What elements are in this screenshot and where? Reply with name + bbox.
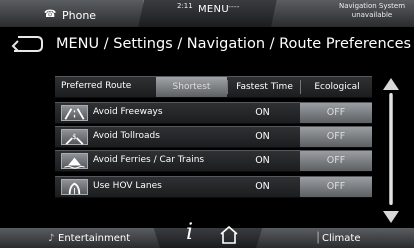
- nav-status-line2: unavailable: [351, 11, 393, 19]
- scroll-up-arrow[interactable]: [383, 78, 399, 90]
- setting-label: Use HOV Lanes: [93, 181, 162, 191]
- on-button[interactable]: ON: [227, 127, 298, 147]
- setting-row-avoid-freeways: Avoid Freeways ON OFF: [55, 102, 372, 124]
- divider: [227, 80, 228, 94]
- svg-text:$: $: [72, 133, 76, 141]
- off-button[interactable]: OFF: [300, 127, 372, 147]
- on-button[interactable]: ON: [227, 103, 298, 123]
- menu-label: MENU: [198, 4, 229, 15]
- freeway-icon: [61, 105, 88, 121]
- phone-icon: ☎: [44, 9, 57, 20]
- phone-label: Phone: [62, 9, 97, 22]
- off-button[interactable]: OFF: [300, 177, 372, 197]
- ferry-icon: [61, 153, 88, 169]
- climate-icon: │: [315, 233, 322, 244]
- climate-label: Climate: [322, 233, 361, 244]
- music-note-icon: ♪: [48, 233, 55, 244]
- route-option-shortest[interactable]: Shortest: [156, 77, 227, 97]
- off-button[interactable]: OFF: [300, 151, 372, 171]
- back-button[interactable]: [9, 33, 45, 55]
- navigation-tab[interactable]: Navigation System unavailable: [271, 0, 414, 27]
- scrollbar[interactable]: [389, 93, 393, 205]
- sync-screen: ☎ Phone 2:11 MENU ---- † Navigation Syst…: [0, 0, 414, 248]
- scroll-down-arrow[interactable]: [383, 211, 399, 223]
- tollroad-icon: $: [61, 129, 88, 145]
- menu-status: ----: [228, 2, 240, 11]
- phone-tab[interactable]: ☎ Phone: [0, 0, 144, 27]
- menu-tab[interactable]: 2:11 MENU ---- †: [143, 0, 280, 27]
- on-button[interactable]: ON: [227, 151, 298, 171]
- entertainment-label: Entertainment: [58, 233, 131, 244]
- setting-label: Avoid Tollroads: [93, 131, 160, 141]
- setting-row-avoid-tollroads: $ Avoid Tollroads ON OFF: [55, 126, 372, 148]
- bottom-bar: ♪ Entertainment i │ Climate: [0, 220, 414, 248]
- hov-lane-icon: [61, 179, 88, 195]
- preferred-route-label: Preferred Route: [61, 81, 132, 91]
- setting-row-use-hov-lanes: Use HOV Lanes ON OFF: [55, 176, 372, 198]
- preferred-route-row: Preferred Route Shortest Fastest Time Ec…: [55, 76, 372, 98]
- breadcrumb: MENU / Settings / Navigation / Route Pre…: [56, 36, 412, 52]
- route-option-ecological[interactable]: Ecological: [302, 77, 372, 97]
- top-bar: ☎ Phone 2:11 MENU ---- † Navigation Syst…: [0, 0, 414, 27]
- route-option-fastest-time[interactable]: Fastest Time: [229, 77, 300, 97]
- entertainment-tab[interactable]: ♪ Entertainment: [0, 228, 160, 248]
- clock: 2:11: [177, 2, 193, 10]
- on-button[interactable]: ON: [227, 177, 298, 197]
- setting-row-avoid-ferries: Avoid Ferries / Car Trains ON OFF: [55, 150, 372, 172]
- off-button[interactable]: OFF: [300, 103, 372, 123]
- nav-status-line1: Navigation System: [338, 2, 406, 10]
- info-button[interactable]: i: [186, 220, 193, 245]
- climate-tab[interactable]: │ Climate: [256, 228, 414, 248]
- home-icon[interactable]: [218, 224, 240, 244]
- info-home-area: i: [160, 220, 256, 248]
- setting-label: Avoid Freeways: [93, 107, 163, 117]
- divider: [300, 80, 301, 94]
- setting-label: Avoid Ferries / Car Trains: [93, 155, 205, 165]
- back-arrow-icon: [11, 36, 43, 52]
